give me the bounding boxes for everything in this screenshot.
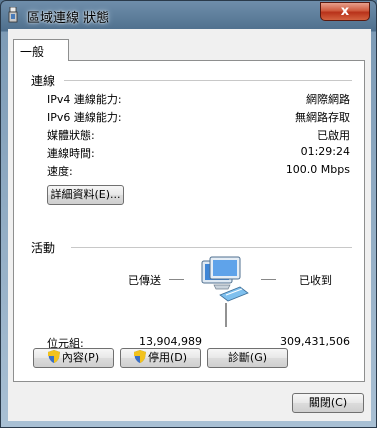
activity-divider bbox=[71, 247, 352, 248]
activity-heading: 活動 bbox=[31, 241, 56, 255]
sent-label: 已傳送 bbox=[128, 274, 161, 287]
tab-general[interactable]: 一般 bbox=[13, 39, 69, 61]
title-bar[interactable]: 區域連線 狀態 x bbox=[1, 1, 376, 29]
network-computers-icon bbox=[201, 256, 249, 327]
uac-shield-icon bbox=[133, 350, 146, 363]
media-state-label: 媒體狀態: bbox=[47, 129, 95, 142]
uac-shield-icon bbox=[47, 350, 60, 363]
ipv4-label: IPv4 連線能力: bbox=[47, 93, 122, 106]
tab-panel-general: 連線 IPv4 連線能力: 網際網路 IPv6 連線能力: 無網路存取 媒體狀態… bbox=[13, 60, 365, 382]
disable-button[interactable]: 停用(D) bbox=[120, 348, 201, 368]
dialog-client: 一般 連線 IPv4 連線能力: 網際網路 IPv6 連線能力: 無網路存取 媒… bbox=[8, 29, 371, 421]
network-adapter-icon bbox=[8, 7, 18, 23]
speed-label: 速度: bbox=[47, 165, 73, 178]
sent-bytes-value: 13,904,989 bbox=[139, 335, 202, 348]
ipv4-value: 網際網路 bbox=[306, 93, 350, 106]
connection-heading: 連線 bbox=[31, 74, 56, 88]
close-button[interactable]: 關閉(C) bbox=[292, 393, 364, 413]
status-window: 區域連線 狀態 x 一般 連線 IPv4 連線能力: 網際網路 IPv6 連線能… bbox=[0, 0, 377, 428]
details-button[interactable]: 詳細資料(E)... bbox=[47, 185, 124, 205]
sent-dash bbox=[169, 279, 184, 280]
close-window-button[interactable]: x bbox=[320, 2, 370, 21]
disable-button-label: 停用(D) bbox=[147, 351, 188, 364]
diagnose-button[interactable]: 診斷(G) bbox=[207, 348, 288, 368]
ipv6-value: 無網路存取 bbox=[295, 111, 350, 124]
window-title: 區域連線 狀態 bbox=[27, 11, 110, 26]
duration-value: 01:29:24 bbox=[300, 145, 350, 158]
received-label: 已收到 bbox=[299, 274, 332, 287]
ipv6-label: IPv6 連線能力: bbox=[47, 111, 122, 124]
speed-value: 100.0 Mbps bbox=[285, 163, 350, 176]
properties-button[interactable]: 內容(P) bbox=[33, 348, 114, 368]
received-dash bbox=[261, 279, 276, 280]
media-state-value: 已啟用 bbox=[317, 129, 350, 142]
duration-label: 連線時間: bbox=[47, 147, 95, 160]
connection-divider bbox=[64, 80, 352, 81]
properties-button-label: 內容(P) bbox=[61, 351, 100, 364]
received-bytes-value: 309,431,506 bbox=[280, 335, 350, 348]
